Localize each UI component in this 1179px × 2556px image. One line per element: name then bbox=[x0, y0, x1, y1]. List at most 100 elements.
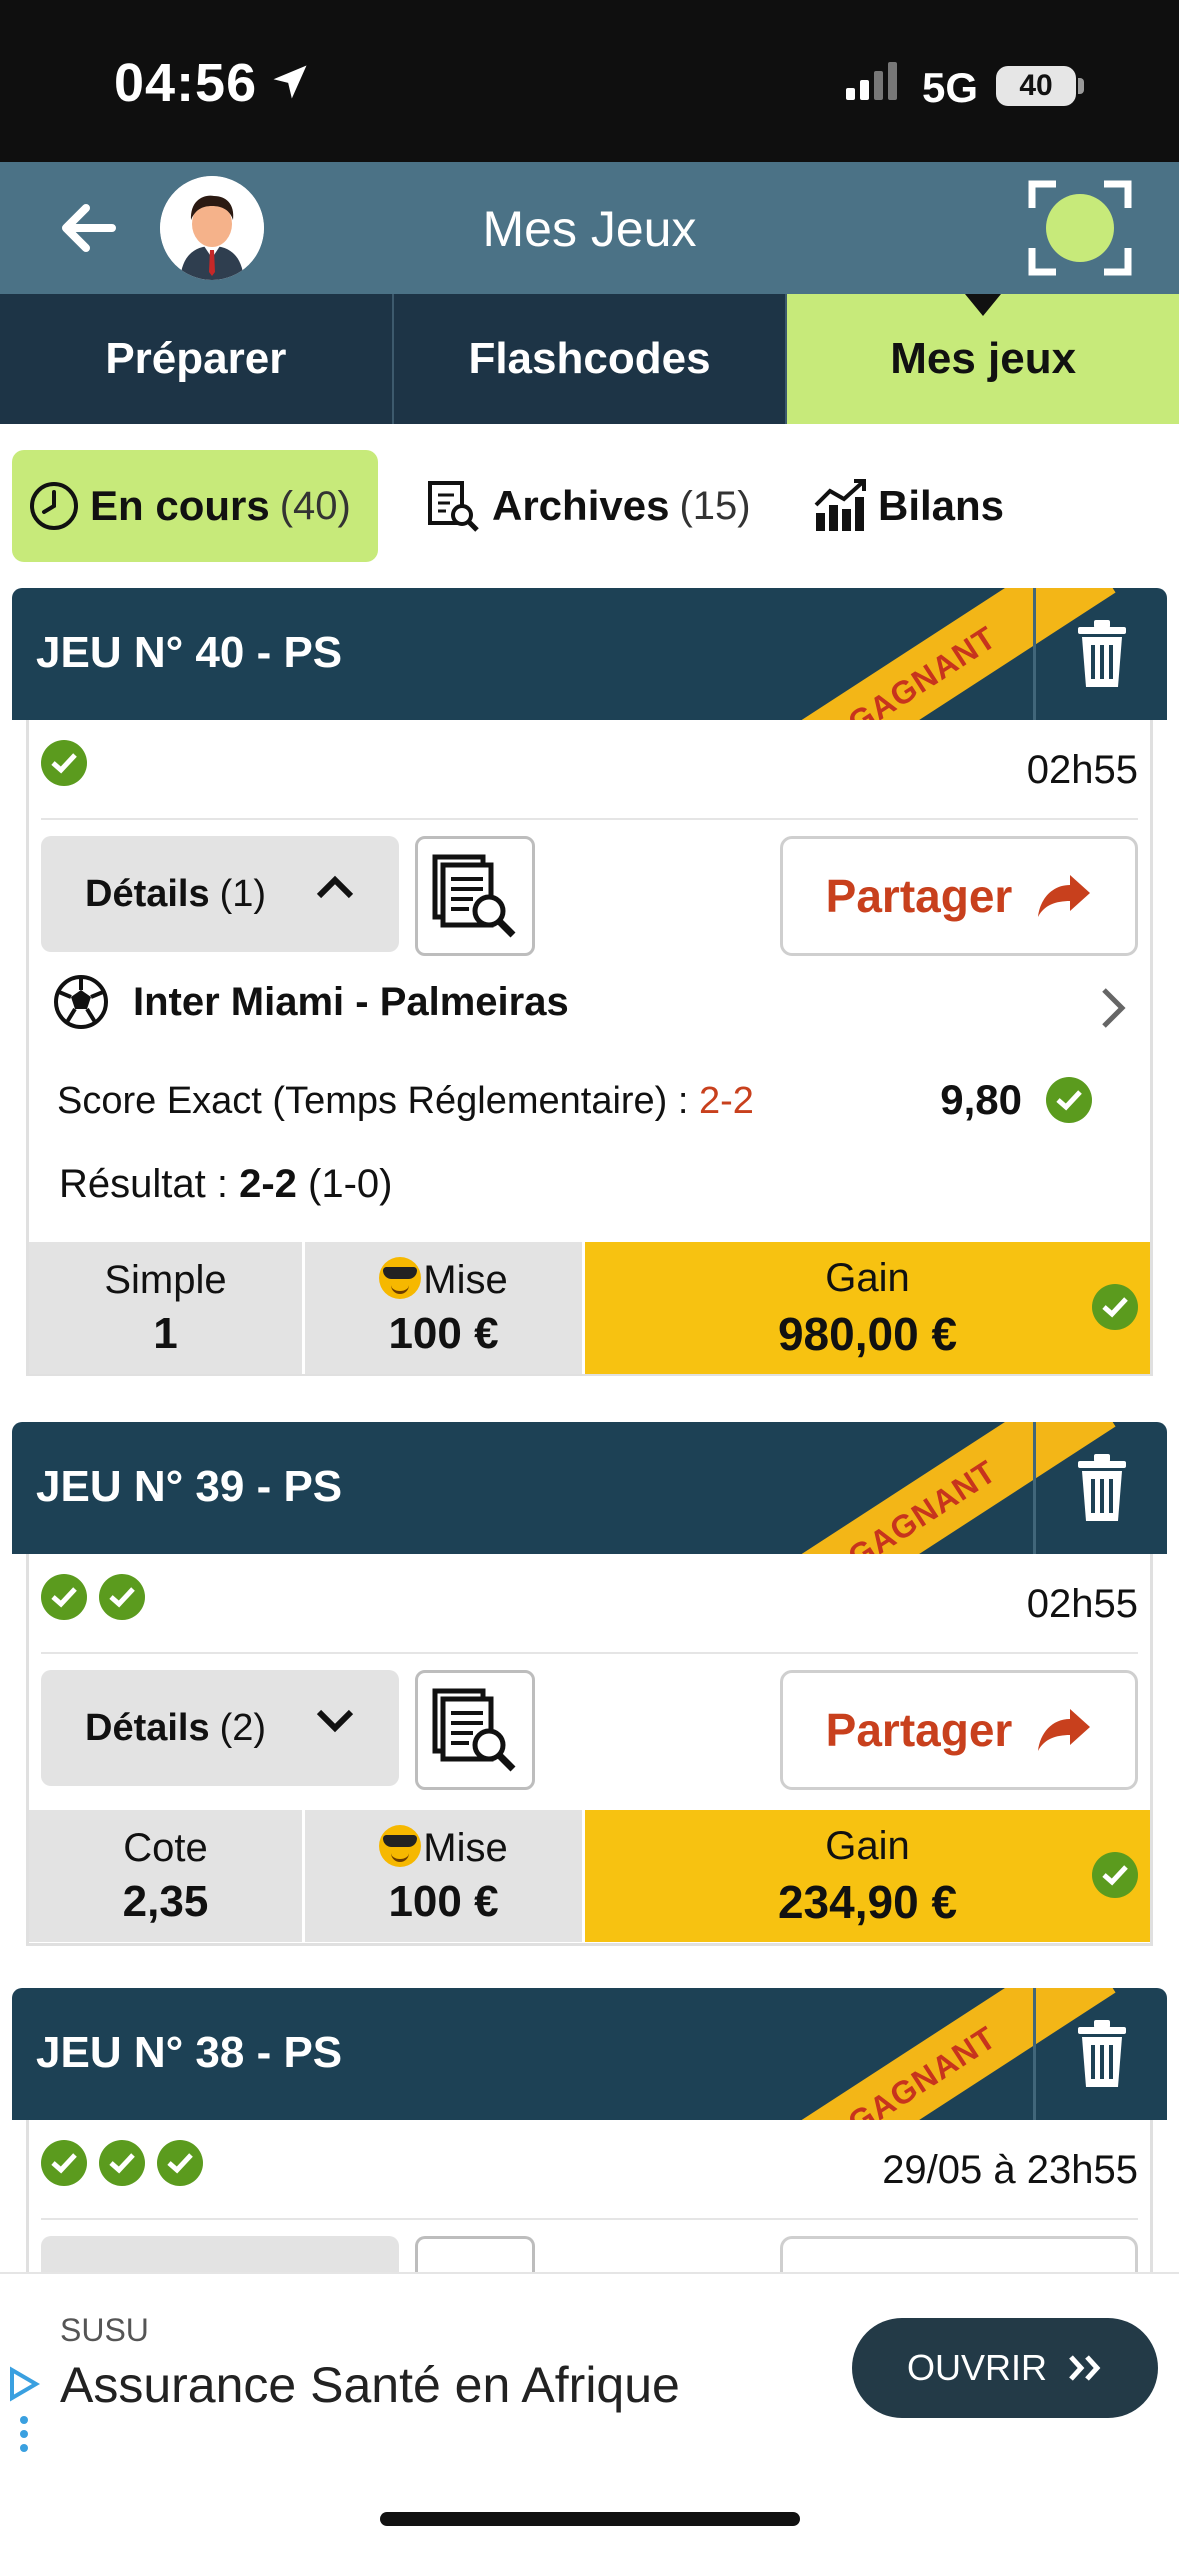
signal-icon bbox=[846, 62, 906, 107]
battery-tip bbox=[1078, 78, 1084, 94]
tab-preparer[interactable]: Préparer bbox=[0, 294, 394, 424]
view-ticket-button[interactable] bbox=[415, 836, 535, 956]
stake-box: Mise 100 € bbox=[305, 1810, 585, 1942]
soccer-ball-icon bbox=[54, 975, 108, 1029]
scan-icon[interactable] bbox=[1028, 178, 1132, 283]
gain-label: Gain bbox=[825, 1255, 910, 1300]
match-time: 02h55 bbox=[1026, 1582, 1138, 1626]
divider bbox=[41, 2218, 1138, 2220]
share-label: Partager bbox=[825, 1704, 1013, 1756]
selection-checks bbox=[41, 2140, 203, 2186]
match-time: 02h55 bbox=[1026, 748, 1138, 792]
card-title: JEU N° 38 - PS bbox=[36, 2028, 343, 2077]
check-icon bbox=[1092, 1852, 1138, 1898]
result-score: 2-2 bbox=[239, 1162, 297, 1206]
details-label: Détails bbox=[85, 1706, 210, 1749]
sub-tabs: En cours (40) Archives (15) Bilans bbox=[12, 450, 1172, 562]
divider bbox=[41, 1652, 1138, 1654]
trash-icon bbox=[1077, 1454, 1126, 1521]
card-body: 02h55 Détails (2) Partager Cote 2,35 Mis… bbox=[26, 1554, 1153, 1946]
share-arrow-icon bbox=[1038, 875, 1091, 917]
battery-icon: 40 bbox=[996, 66, 1076, 106]
status-bar: 04:56 5G 40 bbox=[0, 0, 1179, 162]
delete-button[interactable] bbox=[1033, 1422, 1167, 1554]
sunglasses-emoji-icon bbox=[379, 1257, 422, 1299]
bet-summary: Simple 1 Mise 100 € Gain 980,00 € bbox=[29, 1242, 1150, 1374]
bet-type-value: 1 bbox=[153, 1308, 178, 1358]
tab-flashcodes[interactable]: Flashcodes bbox=[394, 294, 788, 424]
bet-type-label: Simple bbox=[104, 1257, 227, 1302]
delete-button[interactable] bbox=[1033, 1988, 1167, 2120]
details-toggle[interactable]: Détails (2) bbox=[41, 1670, 399, 1786]
check-icon bbox=[1092, 1284, 1138, 1330]
details-toggle[interactable]: Détails (1) bbox=[41, 836, 399, 952]
chevron-down-icon bbox=[316, 1709, 354, 1733]
check-icon bbox=[99, 1574, 145, 1620]
ad-choices-icon[interactable] bbox=[6, 2366, 42, 2467]
check-icon bbox=[157, 2140, 203, 2186]
ad-banner[interactable]: SUSU Assurance Santé en Afrique OUVRIR bbox=[0, 2272, 1179, 2472]
stake-box: Mise 100 € bbox=[305, 1242, 585, 1374]
status-time: 04:56 bbox=[114, 53, 258, 113]
subtab-bilans[interactable]: Bilans bbox=[812, 450, 1004, 562]
view-ticket-button[interactable] bbox=[415, 1670, 535, 1790]
check-icon bbox=[41, 2140, 87, 2186]
page-title: Mes Jeux bbox=[482, 201, 697, 257]
subtab-archives-count: (15) bbox=[679, 483, 751, 528]
odds-value: 2,35 bbox=[122, 1876, 209, 1926]
double-chevron-right-icon bbox=[1069, 2355, 1101, 2381]
tab-mes-jeux[interactable]: Mes jeux bbox=[787, 294, 1179, 424]
trash-icon bbox=[1077, 2020, 1126, 2087]
odds-label: Cote bbox=[123, 1825, 208, 1870]
delete-button[interactable] bbox=[1033, 588, 1167, 720]
gain-label: Gain bbox=[825, 1823, 910, 1868]
subtab-en-cours-label: En cours bbox=[90, 482, 270, 529]
subtab-en-cours-count: (40) bbox=[279, 483, 351, 528]
bet-type-box: Simple 1 bbox=[29, 1242, 305, 1374]
share-button[interactable]: Partager bbox=[780, 1670, 1138, 1790]
check-icon bbox=[41, 1574, 87, 1620]
odds: 9,80 bbox=[940, 1076, 1092, 1124]
gain-value: 980,00 € bbox=[777, 1307, 958, 1360]
network-type: 5G bbox=[922, 64, 979, 111]
gain-box: Gain 234,90 € bbox=[585, 1810, 1150, 1942]
check-icon bbox=[99, 2140, 145, 2186]
subtab-archives[interactable]: Archives (15) bbox=[426, 450, 751, 562]
details-label: Détails bbox=[85, 872, 210, 915]
share-button[interactable]: Partager bbox=[780, 836, 1138, 956]
halftime-score: (1-0) bbox=[308, 1162, 393, 1206]
bet-score: 2-2 bbox=[699, 1080, 754, 1122]
card-header: JEU N° 40 - PS GAGNANT bbox=[12, 588, 1167, 720]
stake-label: Mise bbox=[423, 1258, 508, 1302]
bet-card-38: JEU N° 38 - PS GAGNANT 29/05 à 23h55 bbox=[12, 1988, 1167, 2296]
result-line: Résultat : 2-2 (1-0) bbox=[59, 1162, 392, 1207]
details-count: (2) bbox=[219, 1706, 267, 1749]
ad-text: Assurance Santé en Afrique bbox=[60, 2357, 680, 2413]
ad-open-label: OUVRIR bbox=[906, 2347, 1047, 2388]
selection-checks bbox=[41, 740, 87, 786]
selection-checks bbox=[41, 1574, 145, 1620]
card-header: JEU N° 38 - PS GAGNANT bbox=[12, 1988, 1167, 2120]
stake-value: 100 € bbox=[388, 1309, 499, 1358]
subtab-en-cours[interactable]: En cours (40) bbox=[12, 450, 378, 562]
stake-value: 100 € bbox=[388, 1877, 499, 1926]
ad-open-button[interactable]: OUVRIR bbox=[852, 2318, 1158, 2418]
match-row[interactable]: Inter Miami - Palmeiras bbox=[53, 974, 569, 1030]
document-search-icon bbox=[432, 854, 516, 938]
document-search-icon bbox=[432, 1688, 516, 1772]
gain-box: Gain 980,00 € bbox=[585, 1242, 1150, 1374]
bet-summary: Cote 2,35 Mise 100 € Gain 234,90 € bbox=[29, 1810, 1150, 1942]
subtab-archives-label: Archives bbox=[492, 482, 670, 529]
result-label: Résultat : bbox=[59, 1162, 228, 1206]
check-icon bbox=[1046, 1077, 1092, 1123]
location-arrow-icon bbox=[268, 60, 312, 109]
trash-icon bbox=[1077, 620, 1126, 687]
bet-card-40: JEU N° 40 - PS GAGNANT 02h55 Détails (1)… bbox=[12, 588, 1167, 1376]
chevron-right-icon[interactable] bbox=[1100, 986, 1126, 1030]
card-body: 02h55 Détails (1) Partager Inter Miami -… bbox=[26, 720, 1153, 1376]
ad-brand: SUSU bbox=[60, 2312, 149, 2348]
stake-label: Mise bbox=[423, 1826, 508, 1870]
bet-line: Score Exact (Temps Réglementaire) : 2-2 bbox=[57, 1080, 754, 1123]
check-icon bbox=[41, 740, 87, 786]
bet-card-39: JEU N° 39 - PS GAGNANT 02h55 Détails (2)… bbox=[12, 1422, 1167, 1946]
